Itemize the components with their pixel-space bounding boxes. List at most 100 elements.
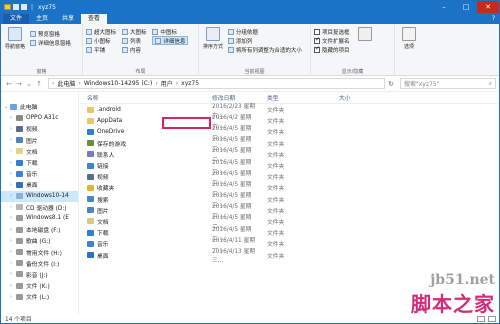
sidebar-item[interactable]: › 本地磁盘 (F:) [1,224,78,235]
file-name-cell[interactable]: 视频 [79,172,204,181]
sidebar-item[interactable]: › 备份文件 (I:) [1,258,78,269]
sidebar-item-icon [16,159,23,166]
file-name-cell[interactable]: 联系人 [79,150,204,159]
sidebar-item[interactable]: › 桌面 [1,179,78,190]
layout-content[interactable]: 内容 [121,45,147,54]
file-row[interactable]: 视频 2016/4/5 星期二... 文件夹 [79,171,499,186]
file-row[interactable]: 收藏夹 2016/4/5 星期二... 文件夹 [79,182,499,197]
file-row[interactable]: 搜索 2016/4/5 星期二... 文件夹 [79,193,499,208]
sidebar-item[interactable]: › 视频 [1,123,78,134]
layout-large-icons[interactable]: 大图标 [121,27,146,36]
file-row[interactable]: 图片 2016/4/5 星期二... 文件夹 [79,204,499,219]
minimize-button[interactable]: – [433,1,455,13]
sidebar-item[interactable]: › 影音 (J:) [1,269,78,280]
nav-pane-button[interactable]: 导航窗格 [4,27,26,50]
file-name-cell[interactable]: 收藏夹 [79,183,204,192]
sidebar-item-icon [16,193,23,200]
file-name-cell[interactable]: 音乐 [79,239,204,248]
file-row[interactable]: 文档 2016/4/5 星期二... 文件夹 [79,215,499,230]
tab-home[interactable]: 主页 [29,14,55,24]
sidebar-item[interactable]: › CD 驱动器 (D:) [1,202,78,213]
tab-file[interactable]: 文件 [3,14,30,24]
file-row[interactable]: 下载 2016/4/5 星期二... 文件夹 [79,227,499,242]
column-type[interactable]: 类型 [259,93,331,102]
details-icon [155,37,162,44]
file-name-cell[interactable]: 下载 [79,228,204,237]
file-name-cell[interactable]: 链接 [79,161,204,170]
sidebar-item[interactable]: › 文档 [1,146,78,157]
hide-selected-icon [358,27,373,41]
recent-chevron-icon[interactable]: ⌄ [24,80,34,88]
sidebar-item[interactable]: › 音乐 [1,168,78,179]
hide-selected-button[interactable] [355,27,375,43]
file-name-cell[interactable]: 搜索 [79,195,204,204]
file-ext-check[interactable] [314,36,320,44]
preview-pane-button[interactable]: 预览窗格 [29,29,71,38]
add-column-button[interactable]: 添加列 [227,36,302,45]
group-by-button[interactable]: 分组依据 [227,27,302,36]
layout-details[interactable]: 详细信息 [152,36,189,45]
hidden-items-check[interactable] [314,45,320,53]
file-row[interactable]: 保存的游戏 2016/4/5 星期二... 文件夹 [79,137,499,152]
file-row[interactable]: OneDrive 2016/4/5 星期二... 文件夹 [79,126,499,141]
file-rows: .android 2016/2/23 星期六... 文件夹 AppData 2016/4… [79,104,499,264]
options-label: 选项 [403,44,414,50]
breadcrumb[interactable]: › 此电脑 › Windows10-14295 (C:) › 用户 › xyz7… [48,78,385,89]
breadcrumb-users[interactable]: 用户 [161,79,173,88]
file-name-cell[interactable]: 桌面 [79,251,204,260]
file-row[interactable]: .android 2016/2/23 星期六... 文件夹 [79,104,499,119]
file-type: 文件夹 [267,219,285,226]
layout-group: 超大图标 小图标 平铺 大图标 列表 内容 中图标 详细信息 布局 [83,24,199,76]
sidebar-item[interactable]: › 常用文件 (H:) [1,246,78,257]
layout-list[interactable]: 列表 [121,36,147,45]
properties-icon[interactable] [13,4,19,10]
tab-view[interactable]: 查看 [81,14,108,24]
file-row[interactable]: 链接 2016/4/5 星期二... 文件夹 [79,160,499,175]
file-row[interactable]: 联系人 2016/4/5 星期二... 文件夹 [79,148,499,163]
file-row[interactable]: 桌面 2016/4/13 星期三... 文件夹 [79,249,499,264]
layout-xl-icons[interactable]: 超大图标 [86,27,116,36]
maximize-button[interactable]: □ [455,1,477,13]
file-row[interactable]: 音乐 2016/4/11 星期一... 文件夹 [79,238,499,253]
breadcrumb-this-pc[interactable]: 此电脑 [57,79,75,88]
sidebar-item[interactable]: › Windows10-14 [1,190,78,202]
fit-columns-button[interactable]: 将所有列调整为合适的大小 [227,45,302,54]
sidebar-item[interactable]: › 文件 (L:) [1,291,78,302]
options-button[interactable]: 选项 [398,27,420,50]
back-arrow-icon[interactable]: ← [4,80,14,88]
file-name-cell[interactable]: OneDrive [79,128,204,135]
sidebar-item[interactable]: › 下载 [1,157,78,168]
forward-arrow-icon[interactable]: → [14,80,24,88]
column-name[interactable]: 名称 [79,93,204,102]
sidebar-item[interactable]: ⌄ 此电脑 [1,101,78,112]
file-name-cell[interactable]: 文档 [79,217,204,226]
details-pane-button[interactable]: 详细信息窗格 [29,38,71,47]
new-folder-icon[interactable] [21,4,27,10]
hidden-items-toggle[interactable]: 隐藏的项目 [314,45,350,54]
file-name: 链接 [97,164,109,171]
sidebar-item[interactable]: › OPPO A31c [1,112,78,123]
refresh-icon[interactable]: ↻ [385,80,397,88]
item-checkbox-check[interactable] [314,28,320,35]
sort-button[interactable]: 排序方式 [202,27,224,50]
file-name-cell[interactable]: .android [79,106,204,113]
search-input[interactable]: 搜索"xyz75" ⌕ [400,78,496,89]
breadcrumb-drive[interactable]: Windows10-14295 (C:) [84,80,152,87]
sidebar-item[interactable]: › 文件 (K:) [1,280,78,291]
file-name-cell[interactable]: 保存的游戏 [79,139,204,148]
breadcrumb-xyz75[interactable]: xyz75 [181,80,199,87]
tab-share[interactable]: 共享 [55,14,81,24]
layout-small-icons[interactable]: 小图标 [86,36,116,45]
up-arrow-icon[interactable]: ↑ [34,80,44,88]
sidebar-item[interactable]: › 图片 [1,135,78,146]
help-icon[interactable]: ? [492,14,499,24]
sidebar-item-icon [16,293,23,300]
column-size[interactable]: 大小 [331,93,381,102]
close-button[interactable]: ✕ [477,1,499,13]
file-name-cell[interactable]: 图片 [79,206,204,215]
sidebar-item[interactable]: › 歌曲 (G:) [1,235,78,246]
layout-medium-icons[interactable]: 中图标 [152,27,188,36]
sidebar-item[interactable]: › Windows8.1 (E [1,213,78,224]
file-row[interactable]: AppData 2016/4/2 星期六... 文件夹 [79,115,499,130]
layout-tiles[interactable]: 平铺 [86,45,116,54]
